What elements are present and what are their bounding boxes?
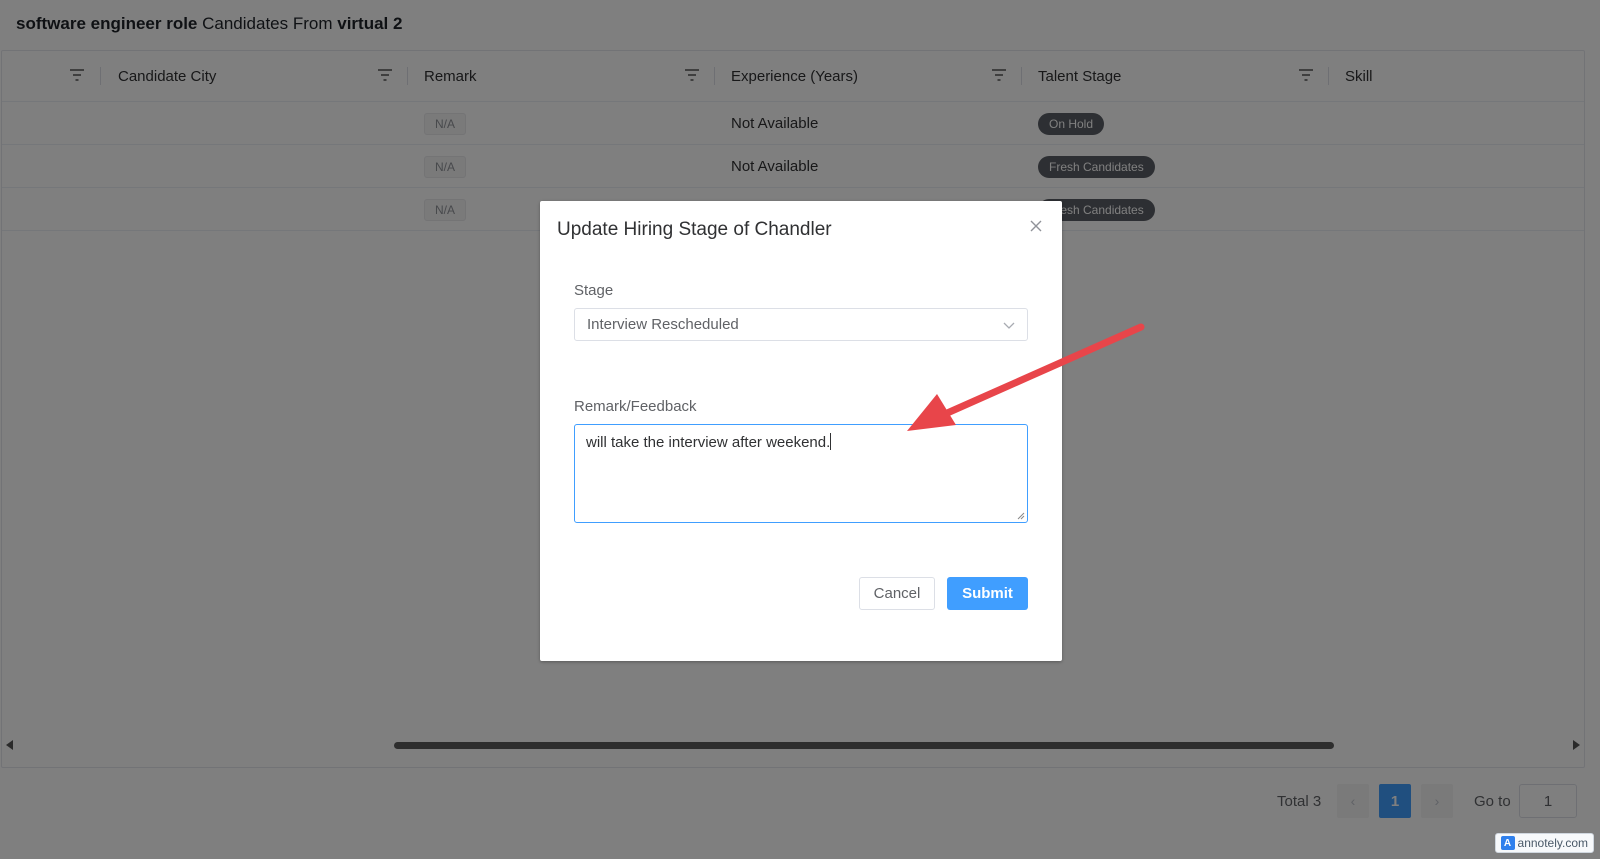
stage-label: Stage (574, 282, 614, 299)
resize-handle-icon[interactable] (1017, 512, 1025, 520)
remark-text: will take the interview after weekend. (586, 434, 831, 451)
close-icon[interactable] (1028, 218, 1044, 234)
remark-label: Remark/Feedback (574, 398, 697, 415)
remark-textarea[interactable]: will take the interview after weekend. (574, 424, 1028, 523)
stage-select-value: Interview Rescheduled (587, 316, 739, 333)
watermark: A annotely.com (1494, 833, 1594, 853)
update-stage-dialog: Update Hiring Stage of Chandler Stage In… (540, 201, 1062, 661)
watermark-logo: A (1500, 836, 1515, 850)
chevron-down-icon (1003, 322, 1015, 329)
dialog-title: Update Hiring Stage of Chandler (557, 219, 832, 240)
text-caret (830, 433, 832, 450)
submit-button[interactable]: Submit (947, 577, 1028, 610)
watermark-text: annotely.com (1517, 836, 1588, 850)
cancel-button[interactable]: Cancel (859, 577, 935, 610)
stage-select[interactable]: Interview Rescheduled (574, 308, 1028, 341)
